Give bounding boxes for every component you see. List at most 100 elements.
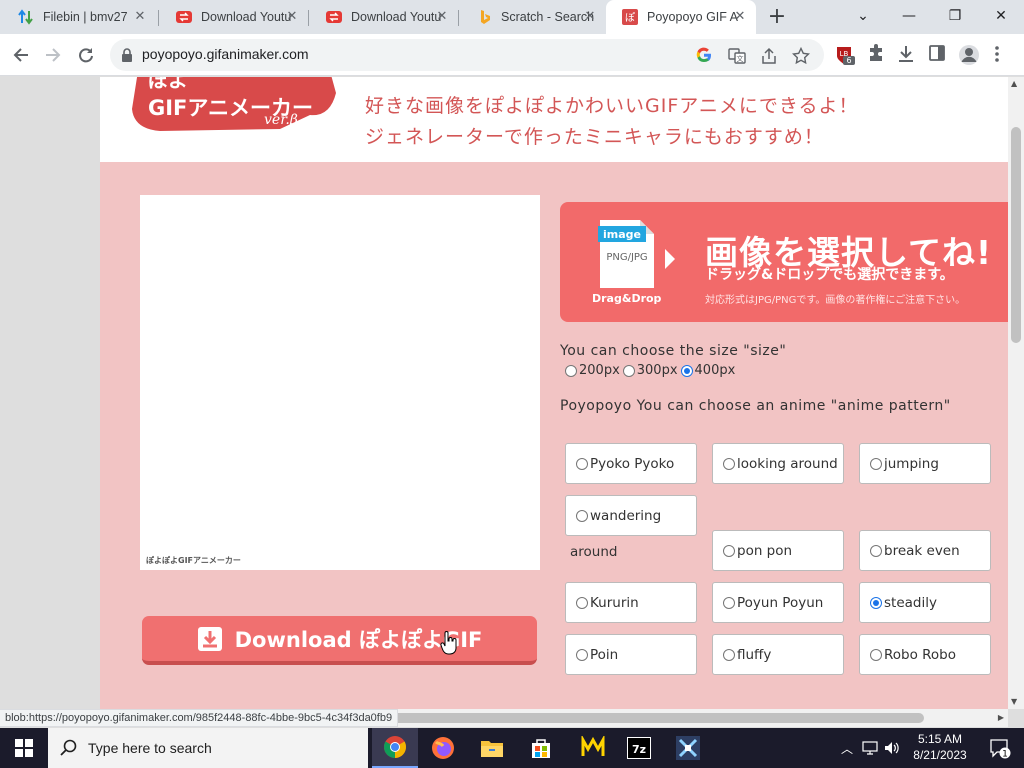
tab-filebin[interactable]: Filebin | bmv27 ✕ (2, 0, 156, 34)
close-tab-icon[interactable]: ✕ (132, 9, 148, 25)
size-option-400[interactable]: 400px (680, 363, 735, 378)
close-tab-icon[interactable]: ✕ (732, 9, 748, 25)
reload-button[interactable] (73, 42, 99, 68)
download-icon[interactable] (896, 44, 918, 66)
store-icon[interactable] (518, 728, 564, 768)
address-bar[interactable]: poyopoyo.gifanimaker.com 文 (110, 39, 824, 71)
pattern-robo-robo[interactable]: Robo Robo (859, 634, 991, 675)
notification-center-icon[interactable]: 1 (980, 728, 1020, 768)
minimize-button[interactable]: — (886, 0, 932, 34)
tab-download-1[interactable]: Download Youtu ✕ (160, 0, 308, 34)
share-icon[interactable] (760, 47, 778, 65)
file-explorer-icon[interactable] (469, 728, 515, 768)
tab-separator (308, 10, 309, 26)
svg-text:ぽ: ぽ (625, 12, 635, 24)
pattern-wandering[interactable]: wandering (565, 495, 697, 536)
pattern-radio[interactable] (723, 544, 735, 557)
forward-button[interactable] (40, 42, 66, 68)
pattern-label: Poyopoyo You can choose an anime "anime … (560, 398, 951, 414)
pattern-radio[interactable] (870, 648, 882, 661)
network-icon[interactable] (860, 728, 880, 768)
close-tab-icon[interactable]: ✕ (284, 9, 300, 25)
7zip-icon[interactable]: 7z (616, 728, 662, 768)
pattern-kururin[interactable]: Kururin (565, 582, 697, 623)
pattern-radio[interactable] (723, 648, 735, 661)
lock-icon[interactable] (120, 47, 136, 63)
start-button[interactable] (0, 728, 48, 768)
app-tool-icon[interactable] (665, 728, 711, 768)
restore-button[interactable]: ❐ (932, 0, 978, 34)
pattern-break-even[interactable]: break even (859, 530, 991, 571)
close-window-button[interactable]: ✕ (978, 0, 1024, 34)
menu-kebab-icon[interactable] (994, 44, 1016, 66)
site-logo[interactable]: ぽよ GIFアニメーカー ver.β (130, 77, 342, 145)
pattern-pyoko-pyoko[interactable]: Pyoko Pyoko (565, 443, 697, 484)
pattern-fluffy[interactable]: fluffy (712, 634, 844, 675)
site-header: ぽよ GIFアニメーカー ver.β 好きな画像をぽよぽよかわいいGIFアニメに… (100, 77, 1008, 162)
pattern-poyun-poyun[interactable]: Poyun Poyun (712, 582, 844, 623)
pattern-poin[interactable]: Poin (565, 634, 697, 675)
poyopoyo-site: ぽよ GIFアニメーカー ver.β 好きな画像をぽよぽよかわいいGIFアニメに… (100, 77, 1008, 709)
radio-400[interactable] (680, 364, 693, 377)
close-tab-icon[interactable]: ✕ (582, 9, 598, 25)
volume-icon[interactable] (882, 728, 902, 768)
download-gif-button[interactable]: Download ぽよぽよGIF (142, 616, 537, 665)
pattern-radio[interactable] (723, 457, 735, 470)
svg-text:7z: 7z (632, 743, 646, 756)
file-badge: image (603, 228, 641, 241)
app-m-icon[interactable] (570, 728, 616, 768)
size-option-300[interactable]: 300px (622, 363, 678, 378)
pattern-jumping[interactable]: jumping (859, 443, 991, 484)
image-select-dropzone[interactable]: image PNG/JPG Drag&Drop 画像を選択してね! ドラッグ&ド… (560, 202, 1008, 322)
vertical-scrollbar[interactable]: ▲ ▼ (1008, 77, 1024, 709)
pattern-steadily[interactable]: steadily (859, 582, 991, 623)
pattern-radio[interactable] (576, 457, 588, 470)
svg-text:文: 文 (737, 54, 744, 63)
translate-icon[interactable]: 文 (728, 47, 746, 65)
pattern-pon-pon[interactable]: pon pon (712, 530, 844, 571)
scroll-thumb[interactable] (1011, 127, 1021, 343)
tab-download-2[interactable]: Download Youtu ✕ (310, 0, 458, 34)
radio-300[interactable] (622, 364, 635, 377)
tray-chevron-icon[interactable]: ︿ (838, 728, 856, 768)
drag-drop-label: Drag&Drop (592, 292, 662, 305)
size-option-200[interactable]: 200px (565, 363, 620, 378)
extension-icon[interactable]: LB 6 (834, 44, 856, 66)
scroll-thumb[interactable] (340, 713, 924, 723)
scroll-up-arrow-icon[interactable]: ▲ (1011, 79, 1017, 88)
svg-text:ver.β: ver.β (264, 112, 298, 128)
pattern-radio[interactable] (576, 648, 588, 661)
radio-200[interactable] (565, 364, 577, 377)
arrow-right-icon (665, 249, 675, 269)
scroll-down-arrow-icon[interactable]: ▼ (1011, 697, 1017, 706)
firefox-icon[interactable] (420, 728, 466, 768)
url-text[interactable]: poyopoyo.gifanimaker.com (142, 46, 309, 62)
hand-cursor-icon (440, 631, 457, 655)
bookmark-star-icon[interactable] (791, 46, 811, 65)
profile-avatar-icon[interactable] (958, 44, 980, 66)
filebin-icon (18, 9, 34, 25)
tab-scratch-search[interactable]: Scratch - Search ✕ (460, 0, 606, 34)
scroll-right-arrow-icon[interactable]: ▶ (998, 713, 1004, 722)
pattern-radio[interactable] (870, 457, 882, 470)
new-tab-button[interactable]: + (764, 5, 790, 29)
taskbar-search-box[interactable]: Type here to search (48, 728, 368, 768)
google-icon[interactable] (696, 47, 714, 65)
tab-poyopoyo[interactable]: ぽ Poyopoyo GIF A ✕ (606, 0, 756, 34)
pattern-radio[interactable] (870, 544, 882, 557)
extensions-puzzle-icon[interactable] (866, 44, 888, 66)
tab-search-chevron-icon[interactable]: ⌄ (840, 0, 886, 34)
notification-count: 1 (1002, 750, 1008, 760)
pattern-radio[interactable] (576, 596, 588, 609)
pattern-radio[interactable] (723, 596, 735, 609)
gif-preview-canvas: ぽよぽよGIFアニメーカー (140, 195, 540, 570)
pattern-radio[interactable] (870, 596, 882, 609)
system-clock[interactable]: 5:15 AM 8/21/2023 (900, 731, 980, 763)
side-panel-icon[interactable] (928, 44, 950, 66)
back-button[interactable] (8, 42, 34, 68)
pattern-looking-around[interactable]: looking around (712, 443, 844, 484)
extension-badge: 6 (846, 56, 851, 65)
close-tab-icon[interactable]: ✕ (434, 9, 450, 25)
chrome-icon[interactable] (372, 728, 418, 768)
pattern-radio[interactable] (576, 509, 588, 522)
